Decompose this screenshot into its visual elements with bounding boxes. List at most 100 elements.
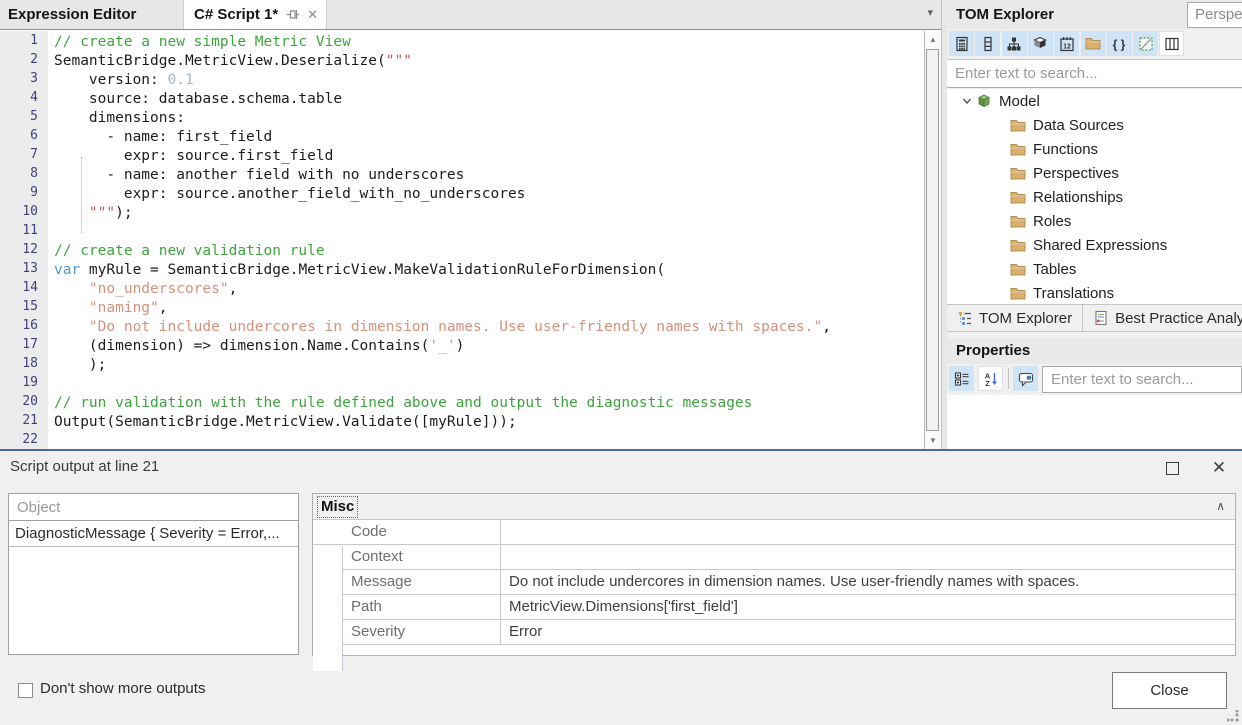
tree-item-relationships[interactable]: Relationships <box>947 185 1242 209</box>
code-line[interactable]: source: database.schema.table <box>54 90 924 109</box>
bubble-icon: i <box>1018 371 1034 387</box>
script-output-dialog: Script output at line 21 ✕ Object Diagno… <box>0 449 1242 725</box>
bpa-icon <box>1093 310 1109 326</box>
grid-row-context[interactable]: Context <box>313 545 1235 570</box>
grid-row-value[interactable]: Error <box>501 620 1235 644</box>
tree-item-roles[interactable]: Roles <box>947 209 1242 233</box>
grid-category-label: Misc <box>318 497 357 517</box>
collapse-chevron-icon[interactable]: ∧ <box>1216 494 1225 519</box>
code-line[interactable] <box>54 432 924 449</box>
folder-button[interactable] <box>1081 31 1106 56</box>
tree-item-tables[interactable]: Tables <box>947 257 1242 281</box>
object-list-item[interactable]: DiagnosticMessage { Severity = Error,... <box>9 521 298 547</box>
dialog-close-icon[interactable]: ✕ <box>1206 455 1232 481</box>
calculator-button[interactable] <box>949 31 974 56</box>
tree-item-label: Translations <box>1033 285 1114 302</box>
subtab-tom-explorer[interactable]: TOM Explorer <box>947 305 1083 331</box>
grid-row-severity[interactable]: SeverityError <box>313 620 1235 645</box>
code-line[interactable]: - name: first_field <box>54 128 924 147</box>
folder-icon <box>1010 263 1026 276</box>
tree-item-data-sources[interactable]: Data Sources <box>947 113 1242 137</box>
line-number: 19 <box>0 373 48 392</box>
properties-search-input[interactable] <box>1043 367 1241 392</box>
tree-item-label: Data Sources <box>1033 117 1124 134</box>
grid-row-value[interactable]: MetricView.Dimensions['first_field'] <box>501 595 1235 619</box>
tab-csharp-script[interactable]: C# Script 1* ✕ <box>183 0 327 29</box>
code-line[interactable]: dimensions: <box>54 109 924 128</box>
code-line[interactable]: ); <box>54 356 924 375</box>
code-line[interactable] <box>54 223 924 242</box>
columns-button[interactable] <box>1159 31 1184 56</box>
line-number: 4 <box>0 88 48 107</box>
code-line[interactable]: version: 0.1 <box>54 71 924 90</box>
line-number: 7 <box>0 145 48 164</box>
dont-show-checkbox[interactable] <box>18 683 33 698</box>
code-line[interactable]: // create a new simple Metric View <box>54 33 924 52</box>
grid-row-code[interactable]: Code <box>313 520 1235 545</box>
grid-row-value[interactable] <box>501 545 1235 569</box>
code-line[interactable]: expr: source.first_field <box>54 147 924 166</box>
tree-item-shared-expressions[interactable]: Shared Expressions <box>947 233 1242 257</box>
code-line[interactable]: // run validation with the rule defined … <box>54 394 924 413</box>
chevron-down-icon[interactable] <box>960 94 974 108</box>
grid-row-value[interactable] <box>501 520 1235 544</box>
tab-list-dropdown-icon[interactable]: ▾ <box>927 6 933 19</box>
column-button[interactable] <box>975 31 1000 56</box>
folder-icon <box>1010 143 1026 156</box>
code-line[interactable]: "Do not include undercores in dimension … <box>54 318 924 337</box>
az-sort-icon: AZ <box>983 371 999 387</box>
pin-icon[interactable] <box>285 7 300 22</box>
grid-category-row[interactable]: Misc ∧ <box>313 494 1235 520</box>
main-area: Expression Editor C# Script 1* ✕ ▾ 12345… <box>0 0 1242 449</box>
code-line[interactable]: expr: source.another_field_with_no_under… <box>54 185 924 204</box>
tree-list-icon <box>957 310 973 326</box>
bubble-button[interactable]: i <box>1013 366 1038 391</box>
tree-item-model[interactable]: Model <box>947 89 1242 113</box>
calendar-button[interactable]: 12 <box>1054 31 1079 56</box>
code-line[interactable]: (dimension) => dimension.Name.Contains('… <box>54 337 924 356</box>
tree-item-translations[interactable]: Translations <box>947 281 1242 304</box>
code-line[interactable]: - name: another field with no underscore… <box>54 166 924 185</box>
code-editor[interactable]: 12345678910111213141516171819202122 // c… <box>0 29 941 449</box>
properties-toolbar: AZ i <box>947 364 1242 395</box>
braces-button[interactable]: { } <box>1107 31 1132 56</box>
scrollbar-thumb[interactable] <box>926 49 939 431</box>
perspective-combobox[interactable]: Perspe. <box>1187 2 1242 28</box>
code-line[interactable]: "naming", <box>54 299 924 318</box>
scroll-down-icon[interactable]: ▼ <box>925 432 941 449</box>
grid-row-label: Code <box>313 520 501 544</box>
line-number: 13 <box>0 259 48 278</box>
code-area[interactable]: // create a new simple Metric ViewSemant… <box>48 31 924 449</box>
svg-text:i: i <box>1028 376 1029 381</box>
tom-toolbar: 12 { } <box>947 29 1242 59</box>
grid-row-path[interactable]: PathMetricView.Dimensions['first_field'] <box>313 595 1235 620</box>
code-line[interactable]: Output(SemanticBridge.MetricView.Validat… <box>54 413 924 432</box>
close-button[interactable]: Close <box>1112 672 1227 709</box>
tree-item-label: Roles <box>1033 213 1071 230</box>
resize-grip[interactable] <box>1227 710 1239 722</box>
maximize-button[interactable] <box>1160 456 1184 480</box>
subtab-best-practice-analyz[interactable]: Best Practice Analyz <box>1083 305 1242 331</box>
editor-scrollbar[interactable]: ▲ ▼ <box>924 31 941 449</box>
properties-search-row <box>1042 366 1242 393</box>
partition-button[interactable] <box>1133 31 1158 56</box>
code-line[interactable]: SemanticBridge.MetricView.Deserialize(""… <box>54 52 924 71</box>
code-line[interactable]: "no_underscores", <box>54 280 924 299</box>
az-sort-button[interactable]: AZ <box>978 366 1003 391</box>
code-line[interactable]: """); <box>54 204 924 223</box>
model-tree: Model Data Sources FunctionsPerspectivesRe… <box>947 89 1242 304</box>
scroll-up-icon[interactable]: ▲ <box>925 31 941 48</box>
grid-row-value[interactable]: Do not include undercores in dimension n… <box>501 570 1235 594</box>
categorized-button[interactable] <box>949 366 974 391</box>
tree-item-functions[interactable]: Functions <box>947 137 1242 161</box>
code-line[interactable] <box>54 375 924 394</box>
grid-row-message[interactable]: MessageDo not include undercores in dime… <box>313 570 1235 595</box>
tab-close-icon[interactable]: ✕ <box>307 7 318 23</box>
model-icon <box>976 93 992 109</box>
code-line[interactable]: var myRule = SemanticBridge.MetricView.M… <box>54 261 924 280</box>
tom-search-input[interactable] <box>947 60 1242 87</box>
code-line[interactable]: // create a new validation rule <box>54 242 924 261</box>
cube-button[interactable] <box>1028 31 1053 56</box>
hierarchy-button[interactable] <box>1002 31 1027 56</box>
tree-item-perspectives[interactable]: Perspectives <box>947 161 1242 185</box>
